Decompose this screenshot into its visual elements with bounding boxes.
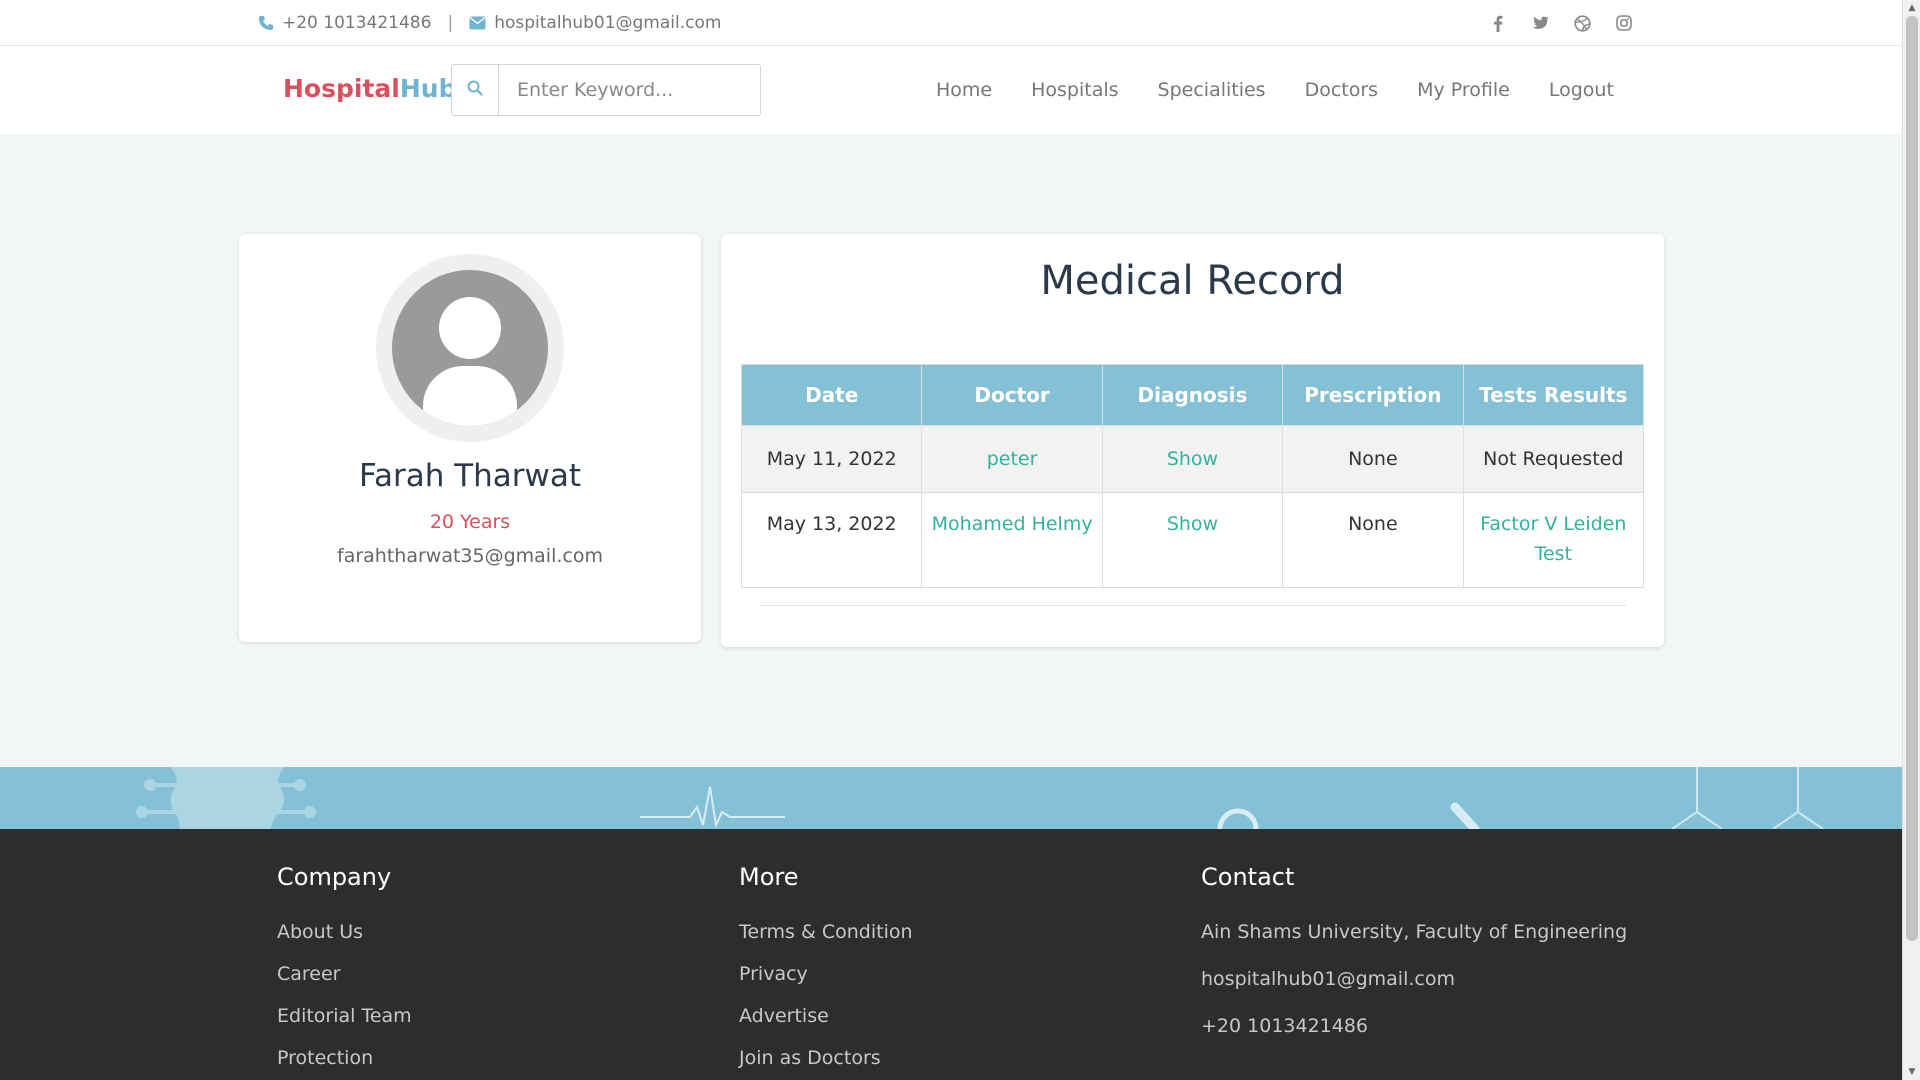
medical-record-title: Medical Record (1040, 258, 1345, 304)
page-scrollbar[interactable]: ▲ ▼ (1902, 0, 1920, 1080)
table-row: May 13, 2022 Mohamed Helmy Show None Fac… (740, 492, 1645, 588)
nav-logout[interactable]: Logout (1549, 79, 1614, 101)
twitter-icon[interactable] (1530, 16, 1550, 30)
footer-link-privacy[interactable]: Privacy (739, 963, 913, 985)
navbar: HospitalHub Home Hospitals Specialities … (0, 46, 1902, 134)
mail-icon (469, 16, 486, 30)
test-result-link[interactable]: Factor V Leiden Test (1480, 513, 1626, 565)
logo-part-1: Hospital (283, 74, 400, 103)
cell-date: May 13, 2022 (740, 492, 923, 588)
medical-record-table: Date Doctor Diagnosis Prescription Tests… (740, 364, 1645, 588)
top-email[interactable]: hospitalhub01@gmail.com (494, 13, 721, 33)
cell-tests-results: Not Requested (1462, 425, 1645, 493)
footer-link-about-us[interactable]: About Us (277, 921, 412, 943)
facebook-icon[interactable] (1488, 15, 1508, 32)
user-icon (392, 270, 548, 426)
nav-my-profile[interactable]: My Profile (1417, 79, 1510, 101)
cell-date: May 11, 2022 (740, 425, 923, 493)
footer-contact: Contact Ain Shams University, Faculty of… (1201, 863, 1627, 1062)
nav-specialities[interactable]: Specialities (1158, 79, 1266, 101)
search-button[interactable] (452, 65, 499, 115)
nav-home[interactable]: Home (936, 79, 992, 101)
footer-email[interactable]: hospitalhub01@gmail.com (1201, 968, 1627, 990)
profile-email: farahtharwat35@gmail.com (337, 545, 603, 567)
footer-address: Ain Shams University, Faculty of Enginee… (1201, 921, 1628, 943)
top-phone[interactable]: +20 1013421486 (282, 13, 431, 33)
search-box (451, 64, 761, 116)
diagnosis-show-link[interactable]: Show (1167, 513, 1218, 535)
avatar (376, 254, 564, 442)
dribbble-icon[interactable] (1572, 14, 1592, 32)
scroll-up-icon[interactable]: ▲ (1903, 0, 1920, 16)
cell-diagnosis: Show (1101, 425, 1284, 493)
footer-company: Company About Us Career Editorial Team P… (277, 863, 412, 1080)
footer-phone[interactable]: +20 1013421486 (1201, 1015, 1627, 1037)
search-icon (467, 80, 483, 100)
scroll-down-icon[interactable]: ▼ (1903, 1064, 1920, 1080)
cell-doctor: peter (921, 425, 1103, 493)
logo-part-2: Hub (399, 74, 457, 103)
diagnosis-show-link[interactable]: Show (1167, 448, 1218, 470)
doctor-link[interactable]: peter (987, 448, 1038, 470)
doctor-link[interactable]: Mohamed Helmy (932, 513, 1093, 535)
footer-link-terms[interactable]: Terms & Condition (739, 921, 913, 943)
footer-more-title: More (739, 863, 799, 891)
footer-link-join-as-doctors[interactable]: Join as Doctors (739, 1047, 913, 1069)
nav-hospitals[interactable]: Hospitals (1031, 79, 1118, 101)
profile-age: 20 Years (429, 511, 511, 533)
phone-icon (258, 15, 274, 31)
cell-prescription: None (1282, 492, 1464, 588)
column-header-doctor: Doctor (921, 364, 1103, 426)
logo[interactable]: HospitalHub (283, 74, 456, 103)
social-links (1488, 0, 1634, 46)
scrollbar-thumb[interactable] (1906, 16, 1918, 941)
column-header-date: Date (740, 364, 923, 426)
cell-doctor: Mohamed Helmy (921, 492, 1103, 588)
footer-contact-title: Contact (1201, 863, 1295, 891)
top-contact: +20 1013421486 | hospitalhub01@gmail.com (258, 0, 721, 46)
footer-decoration-band (0, 767, 1902, 829)
main-nav: Home Hospitals Specialities Doctors My P… (936, 46, 1653, 134)
footer-more: More Terms & Condition Privacy Advertise… (739, 863, 913, 1080)
footer-link-protection[interactable]: Protection (277, 1047, 412, 1069)
cell-tests-results: Factor V Leiden Test (1462, 492, 1645, 588)
footer-link-editorial-team[interactable]: Editorial Team (277, 1005, 412, 1027)
medical-record-card: Medical Record Date Doctor Diagnosis Pre… (721, 234, 1664, 647)
search-input[interactable] (499, 65, 760, 115)
instagram-icon[interactable] (1614, 15, 1634, 31)
cell-diagnosis: Show (1101, 492, 1284, 588)
medical-pattern-icon (136, 767, 1824, 829)
column-header-diagnosis: Diagnosis (1101, 364, 1284, 426)
column-header-tests-results: Tests Results (1462, 364, 1645, 426)
footer-company-title: Company (277, 863, 392, 891)
table-row: May 11, 2022 peter Show None Not Request… (740, 425, 1645, 493)
profile-name: Farah Tharwat (358, 458, 582, 494)
footer-link-advertise[interactable]: Advertise (739, 1005, 913, 1027)
column-header-prescription: Prescription (1282, 364, 1464, 426)
table-header-row: Date Doctor Diagnosis Prescription Tests… (740, 364, 1645, 426)
top-bar: +20 1013421486 | hospitalhub01@gmail.com (0, 0, 1902, 46)
divider (759, 605, 1626, 606)
footer: Company About Us Career Editorial Team P… (0, 829, 1902, 1080)
divider: | (447, 13, 454, 33)
nav-doctors[interactable]: Doctors (1305, 79, 1379, 101)
profile-card: Farah Tharwat 20 Years farahtharwat35@gm… (239, 234, 701, 642)
footer-link-career[interactable]: Career (277, 963, 412, 985)
cell-prescription: None (1282, 425, 1464, 493)
